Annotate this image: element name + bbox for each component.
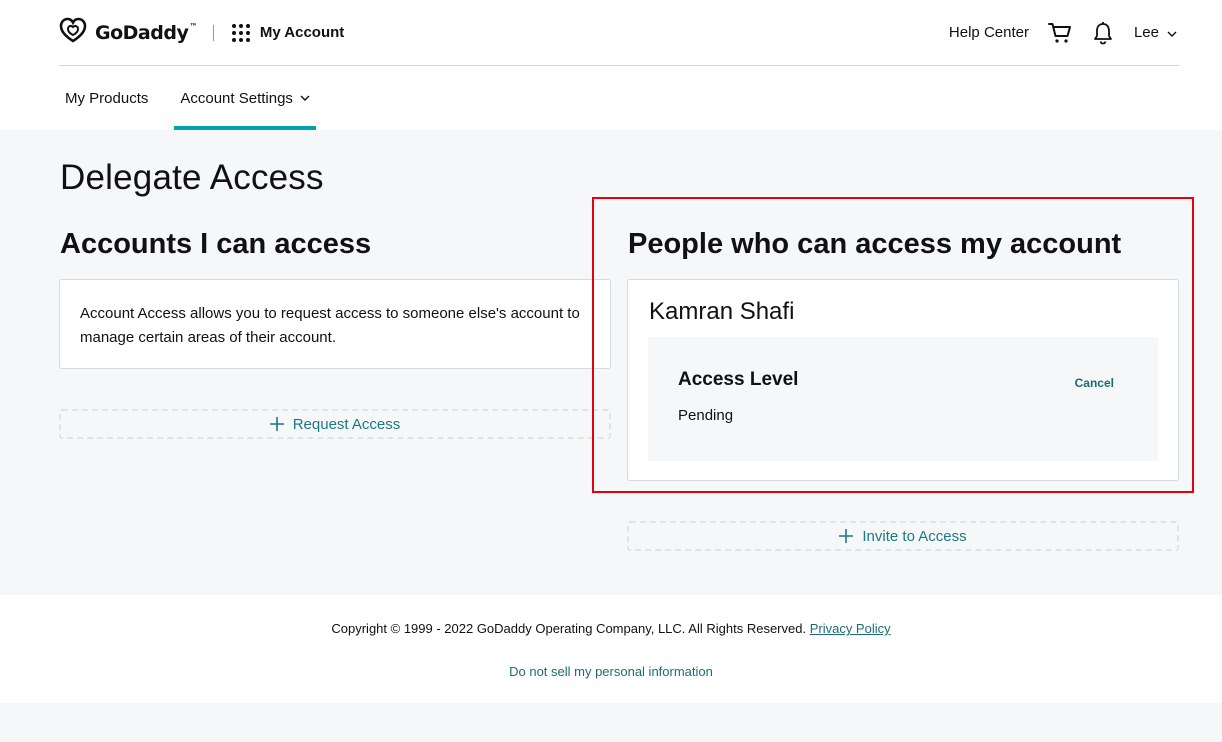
user-name: Lee [1133,24,1159,41]
logo-text: GoDaddy™ [95,21,197,44]
nav-item-label: My Products [65,89,149,107]
site-header: GoDaddy™ My Account Help Center Lee My P… [0,0,1222,130]
apps-grid-icon[interactable] [231,23,250,42]
accounts-i-can-access-title: Accounts I can access [60,228,372,260]
page-title: Delegate Access [60,158,324,197]
godaddy-logo[interactable]: GoDaddy™ [59,17,197,48]
access-level-label: Access Level [678,369,799,390]
main-nav: My Products Account Settings [59,66,336,130]
nav-account-settings[interactable]: Account Settings [174,66,316,130]
access-status: Pending [678,407,734,424]
site-footer: Copyright © 1999 - 2022 GoDaddy Operatin… [0,595,1222,703]
delegate-card: Kamran Shafi Access Level Cancel Pending [627,279,1179,481]
user-menu[interactable]: Lee [1134,24,1177,41]
header-divider [212,24,214,41]
invite-to-access-button[interactable]: Invite to Access [627,521,1179,551]
help-center-link[interactable]: Help Center [949,24,1029,41]
account-access-info-card: Account Access allows you to request acc… [59,279,611,369]
godaddy-logo-icon [59,17,87,48]
nav-item-label: Account Settings [180,89,293,107]
plus-icon [269,417,284,431]
cancel-button[interactable]: Cancel [1075,376,1114,390]
top-bar: GoDaddy™ My Account Help Center Lee [59,0,1179,66]
access-level-box: Access Level Cancel Pending [648,337,1158,461]
nav-my-products[interactable]: My Products [59,66,154,130]
main-content: Delegate Access Accounts I can access Ac… [0,130,1222,595]
people-who-can-access-title: People who can access my account [628,228,1122,260]
bell-icon[interactable] [1092,21,1114,45]
do-not-sell-link[interactable]: Do not sell my personal information [0,664,1222,679]
delegate-name: Kamran Shafi [649,298,795,325]
copyright-text: Copyright © 1999 - 2022 GoDaddy Operatin… [0,621,1222,636]
privacy-policy-link[interactable]: Privacy Policy [810,621,891,636]
chevron-down-icon [300,95,310,101]
header-actions: Help Center Lee [949,21,1179,45]
cart-icon[interactable] [1047,22,1072,44]
app-name[interactable]: My Account [260,24,344,41]
plus-icon [839,529,854,543]
chevron-down-icon [1167,24,1177,41]
invite-to-access-label: Invite to Access [862,527,967,545]
request-access-label: Request Access [292,415,401,433]
account-access-description: Account Access allows you to request acc… [80,305,580,346]
copyright-label: Copyright © 1999 - 2022 GoDaddy Operatin… [331,621,807,636]
request-access-button[interactable]: Request Access [59,409,611,439]
